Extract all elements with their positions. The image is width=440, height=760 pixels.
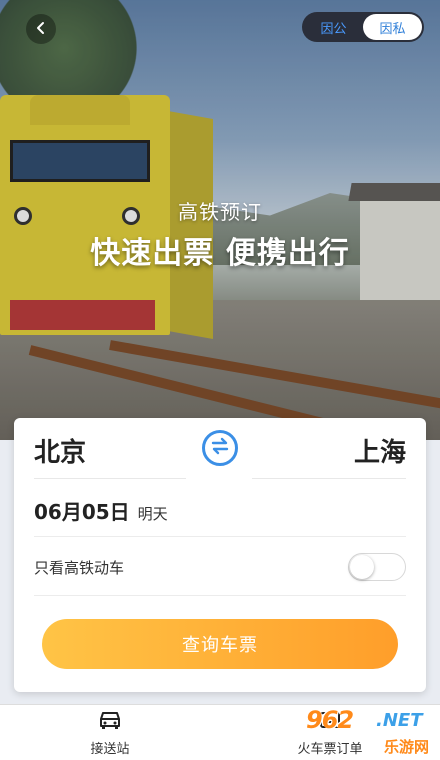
high-speed-filter-row: 只看高铁动车: [34, 552, 406, 582]
date-divider: [34, 536, 406, 537]
booking-card: 北京 上海 06月05日 明天 只看高铁动车 查询车票: [14, 418, 426, 692]
departure-date-row[interactable]: 06月05日 明天: [34, 496, 168, 525]
swap-arrows-icon: [209, 435, 231, 461]
business-personal-toggle[interactable]: 因公 因私: [302, 12, 424, 42]
departure-date: 06月05日: [34, 500, 130, 524]
arrival-underline: [252, 478, 406, 479]
site-watermark: 962 .NET 乐游网: [306, 706, 436, 758]
hero-title: 快速出票 便携出行: [90, 236, 350, 271]
toggle-business[interactable]: 因公: [304, 14, 363, 40]
high-speed-filter-switch[interactable]: [348, 553, 406, 581]
date-hint: 明天: [137, 505, 168, 523]
high-speed-filter-label: 只看高铁动车: [34, 558, 125, 577]
nav-item-pickup[interactable]: 接送站: [0, 705, 220, 760]
arrival-city[interactable]: 上海: [354, 432, 406, 469]
toggle-personal[interactable]: 因私: [363, 14, 422, 40]
filter-divider: [34, 595, 406, 596]
back-button[interactable]: [26, 14, 56, 44]
chevron-left-icon: [34, 20, 48, 39]
watermark-cn: 乐游网: [384, 738, 430, 756]
watermark-number: 962: [306, 706, 354, 734]
switch-knob: [350, 555, 374, 579]
search-tickets-button[interactable]: 查询车票: [42, 619, 398, 669]
car-icon: [98, 710, 122, 734]
hero-subtitle: 高铁预订: [178, 200, 262, 224]
departure-underline: [34, 478, 186, 479]
swap-cities-button[interactable]: [202, 430, 238, 466]
watermark-domain: .NET: [376, 710, 423, 731]
departure-city[interactable]: 北京: [34, 432, 86, 469]
nav-label-pickup: 接送站: [90, 741, 130, 757]
